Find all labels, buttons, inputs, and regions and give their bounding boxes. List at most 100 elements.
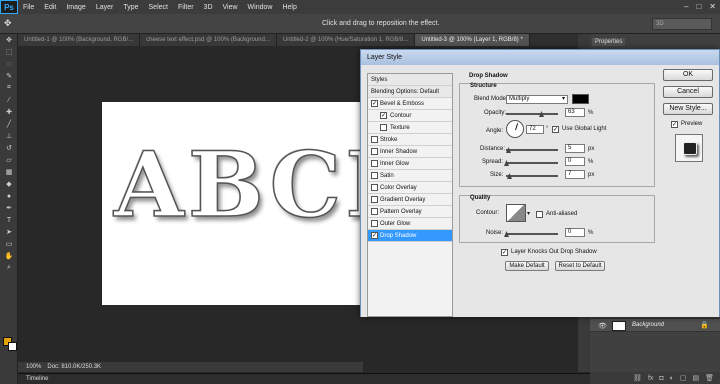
style-item-inner-shadow[interactable]: Inner Shadow [368,146,452,158]
eraser-icon[interactable]: ▱ [0,154,18,166]
checkbox-gradient-overlay[interactable] [371,196,378,203]
close-icon[interactable]: ✕ [709,2,716,11]
add-mask-icon[interactable]: ◘ [659,375,663,382]
menu-select[interactable]: Select [144,4,173,11]
zoom-icon[interactable]: ⌕ [0,262,18,274]
properties-tab[interactable]: Properties [592,38,626,46]
angle-dial[interactable] [506,120,524,138]
knocks-out-checkbox[interactable]: ✓ [501,249,508,256]
style-item-gradient-overlay[interactable]: Gradient Overlay [368,194,452,206]
style-item-color-overlay[interactable]: Color Overlay [368,182,452,194]
checkbox-stroke[interactable] [371,136,378,143]
path-select-icon[interactable]: ➤ [0,226,18,238]
gradient-icon[interactable]: ▦ [0,166,18,178]
checkbox-bevel-emboss[interactable]: ✓ [371,100,378,107]
checkbox-contour[interactable]: ✓ [380,112,387,119]
spread-slider[interactable] [506,162,558,164]
dodge-icon[interactable]: ● [0,190,18,202]
trash-icon[interactable]: 🗑 [705,374,714,382]
menu-file[interactable]: File [18,4,39,11]
maximize-icon[interactable]: □ [696,2,701,11]
global-light-checkbox[interactable]: ✓ [552,126,559,133]
styles-header[interactable]: Styles [368,74,452,86]
style-item-pattern-overlay[interactable]: Pattern Overlay [368,206,452,218]
menu-window[interactable]: Window [243,4,278,11]
checkbox-drop-shadow[interactable]: ✓ [371,232,378,239]
preview-checkbox[interactable]: ✓ [671,121,678,128]
style-item-contour[interactable]: ✓ Contour [368,110,452,122]
quick-select-icon[interactable]: ✎ [0,70,18,82]
move-tool-icon[interactable]: ✥ [4,18,12,29]
style-item-bevel-emboss[interactable]: ✓ Bevel & Emboss [368,98,452,110]
link-layers-icon[interactable]: ⛓ [633,374,642,382]
menu-layer[interactable]: Layer [91,4,119,11]
shadow-color-swatch[interactable] [572,94,589,104]
style-item-stroke[interactable]: Stroke [368,134,452,146]
menu-3d[interactable]: 3D [199,4,218,11]
menu-edit[interactable]: Edit [39,4,61,11]
healing-brush-icon[interactable]: ✚ [0,106,18,118]
checkbox-outer-glow[interactable] [371,220,378,227]
shape-icon[interactable]: ▭ [0,238,18,250]
checkbox-satin[interactable] [371,172,378,179]
anti-aliased-checkbox[interactable] [536,211,543,218]
checkbox-pattern-overlay[interactable] [371,208,378,215]
cancel-button[interactable]: Cancel [663,86,713,98]
tab-untitled-1[interactable]: Untitled-1 @ 100% (Background, RGB/... [18,34,141,46]
menu-type[interactable]: Type [118,4,143,11]
tab-cheese-text-effect[interactable]: cheese text effect.psd @ 100% (Backgroun… [140,34,277,46]
opacity-field[interactable]: 63 [565,108,585,117]
checkbox-texture[interactable] [380,124,387,131]
move-icon[interactable]: ✥ [0,34,18,46]
brush-icon[interactable]: ╱ [0,118,18,130]
clone-stamp-icon[interactable]: ⊥ [0,130,18,142]
checkbox-inner-glow[interactable] [371,160,378,167]
new-style-button[interactable]: New Style... [663,103,713,115]
checkbox-inner-shadow[interactable] [371,148,378,155]
chevron-down-icon[interactable]: ▾ [527,210,530,217]
opacity-slider[interactable] [506,113,558,115]
distance-field[interactable]: 5 [565,144,585,153]
minimize-icon[interactable]: – [684,2,688,11]
new-layer-icon[interactable]: ▤ [692,374,699,382]
adjustment-layer-icon[interactable]: ◐ [670,375,674,382]
blur-icon[interactable]: ◆ [0,178,18,190]
angle-field[interactable]: 72 [526,125,544,134]
style-item-inner-glow[interactable]: Inner Glow [368,158,452,170]
layer-row-background[interactable]: 👁 Background 🔒 [590,318,720,332]
menu-image[interactable]: Image [61,4,90,11]
fx-icon[interactable]: fx [648,375,653,382]
eyedropper-icon[interactable]: ⁄ [0,94,18,106]
noise-field[interactable]: 0 [565,228,585,237]
menu-filter[interactable]: Filter [173,4,199,11]
history-brush-icon[interactable]: ↺ [0,142,18,154]
style-item-texture[interactable]: Texture [368,122,452,134]
lasso-icon[interactable]: ◌ [0,58,18,70]
crop-icon[interactable]: ⌗ [0,82,18,94]
visibility-eye-icon[interactable]: 👁 [598,322,607,330]
reset-default-button[interactable]: Reset to Default [555,261,605,271]
timeline-tab[interactable]: Timeline [26,376,48,382]
spread-field[interactable]: 0 [565,157,585,166]
workspace-select[interactable]: 3D [652,18,712,30]
checkbox-color-overlay[interactable] [371,184,378,191]
dialog-title[interactable]: Layer Style [361,50,719,65]
style-item-drop-shadow[interactable]: ✓ Drop Shadow [368,230,452,242]
menu-help[interactable]: Help [277,4,301,11]
style-item-outer-glow[interactable]: Outer Glow [368,218,452,230]
pen-icon[interactable]: ✒ [0,202,18,214]
blend-mode-select[interactable]: Multiply ▾ [506,95,568,104]
noise-slider[interactable] [506,233,558,235]
hand-icon[interactable]: ✋ [0,250,18,262]
size-field[interactable]: 7 [565,170,585,179]
document-canvas[interactable]: ABCD [102,102,364,305]
style-item-satin[interactable]: Satin [368,170,452,182]
size-slider[interactable] [506,175,558,177]
distance-slider[interactable] [506,149,558,151]
background-color-swatch[interactable] [8,342,17,351]
make-default-button[interactable]: Make Default [505,261,549,271]
tab-untitled-3[interactable]: Untitled-3 @ 100% (Layer 1, RGB/8) * [415,34,530,46]
tab-untitled-2[interactable]: Untitled-2 @ 100% (Hue/Saturation 1, RGB… [276,34,416,46]
zoom-level[interactable]: 100% [26,364,41,370]
marquee-icon[interactable]: ⬚ [0,46,18,58]
